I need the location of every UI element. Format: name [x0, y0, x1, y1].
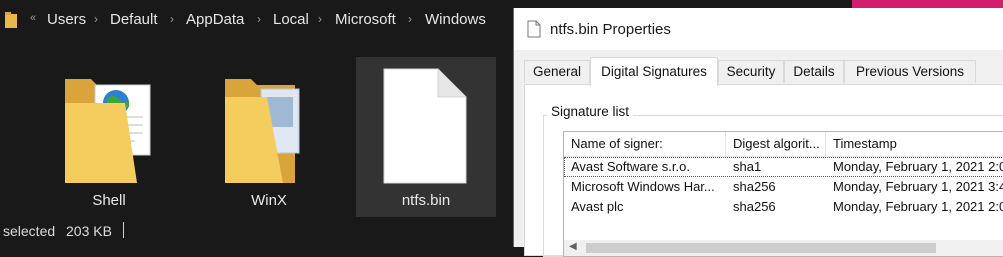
file-item-label: Shell — [92, 192, 126, 209]
chevron-right-icon[interactable]: › — [408, 12, 412, 26]
column-header-name[interactable]: Name of signer: — [564, 132, 726, 156]
tab-previous-versions[interactable]: Previous Versions — [844, 60, 976, 83]
status-selected-text: selected — [3, 223, 56, 239]
breadcrumb-windows[interactable]: Windows — [425, 11, 486, 28]
folder-icon — [5, 12, 17, 28]
timestamp: Monday, February 1, 2021 2:0 — [833, 199, 1003, 214]
chevron-right-icon[interactable]: › — [257, 12, 261, 26]
desktop-accent-strip — [852, 0, 1003, 8]
tab-details[interactable]: Details — [784, 60, 844, 83]
tab-security[interactable]: Security — [718, 60, 784, 83]
blank-file-icon — [383, 68, 467, 184]
tab-digital-signatures[interactable]: Digital Signatures — [590, 57, 718, 86]
scrollbar-thumb[interactable] — [586, 243, 936, 253]
signature-list[interactable]: Name of signer: Digest algorit... Timest… — [563, 131, 1003, 257]
signature-row[interactable]: Microsoft Windows Har... sha256 Monday, … — [564, 177, 1003, 197]
breadcrumb-appdata[interactable]: AppData — [186, 11, 244, 28]
tab-general[interactable]: General — [524, 60, 590, 83]
file-icon — [527, 20, 541, 38]
file-item-shell[interactable]: Shell — [39, 57, 179, 217]
signature-row[interactable]: Avast Software s.r.o. sha1 Monday, Febru… — [564, 157, 1003, 177]
digest-algorithm: sha1 — [733, 159, 762, 174]
digest-algorithm: sha256 — [733, 179, 776, 194]
file-item-ntfs-bin[interactable]: ntfs.bin — [356, 57, 496, 217]
status-size: 203 KB — [66, 223, 112, 239]
folder-icon — [225, 79, 300, 183]
file-item-label: WinX — [251, 192, 287, 209]
breadcrumb-users[interactable]: Users — [47, 11, 86, 28]
dialog-titlebar[interactable]: ntfs.bin Properties — [514, 8, 1003, 50]
folder-with-web-document-icon — [65, 79, 151, 183]
breadcrumb-microsoft[interactable]: Microsoft — [335, 11, 396, 28]
list-header: Name of signer: Digest algorit... Timest… — [564, 132, 1003, 157]
chevron-right-icon[interactable]: › — [170, 12, 174, 26]
signer-name: Microsoft Windows Har... — [571, 179, 715, 194]
chevron-left-double-icon[interactable]: « — [30, 12, 36, 24]
digest-algorithm: sha256 — [733, 199, 776, 214]
timestamp: Monday, February 1, 2021 3:4 — [833, 179, 1003, 194]
breadcrumb-local[interactable]: Local — [273, 11, 309, 28]
breadcrumb-default[interactable]: Default — [110, 11, 158, 28]
signature-list-label: Signature list — [547, 104, 634, 119]
timestamp: Monday, February 1, 2021 2:0 — [833, 159, 1003, 174]
signature-row[interactable]: Avast plc sha256 Monday, February 1, 202… — [564, 197, 1003, 217]
chevron-right-icon[interactable]: › — [318, 12, 322, 26]
dialog-title: ntfs.bin Properties — [550, 21, 671, 38]
column-header-timestamp[interactable]: Timestamp — [826, 132, 1003, 156]
digital-signatures-panel: Signature list Name of signer: Digest al… — [524, 84, 1003, 257]
file-item-label: ntfs.bin — [401, 192, 451, 209]
chevron-right-icon[interactable]: › — [94, 12, 98, 26]
column-header-digest[interactable]: Digest algorit... — [726, 132, 826, 156]
properties-dialog: ntfs.bin Properties General Digital Sign… — [513, 8, 1003, 257]
status-divider — [123, 222, 124, 238]
signer-name: Avast plc — [571, 199, 624, 214]
signer-name: Avast Software s.r.o. — [571, 159, 690, 174]
file-item-winx[interactable]: WinX — [199, 57, 339, 217]
horizontal-scrollbar[interactable]: ◀ — [564, 240, 1003, 256]
